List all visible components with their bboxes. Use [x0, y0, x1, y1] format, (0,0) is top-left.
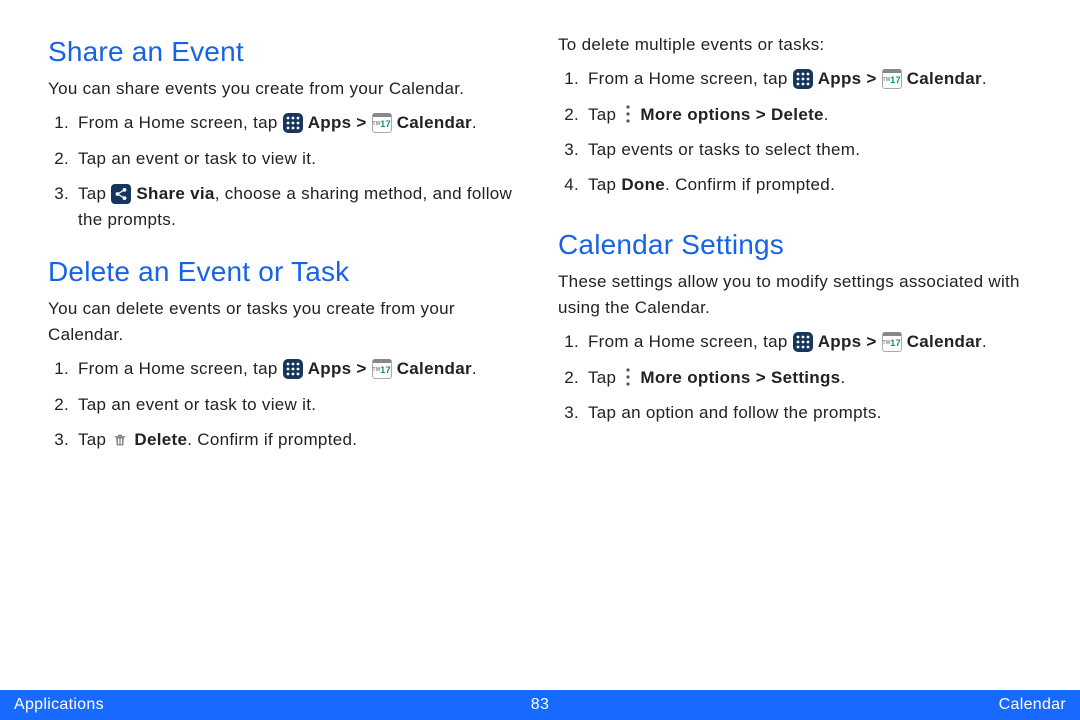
share-via-label: Share via [136, 184, 214, 203]
footer-page-number: 83 [0, 696, 1080, 714]
footer-left: Applications [14, 696, 104, 714]
delete-label: Delete [134, 430, 187, 449]
calendar-label: Calendar [397, 359, 472, 378]
text: From a Home screen, tap [78, 359, 283, 378]
step: Tap events or tasks to select them. [584, 137, 1032, 163]
calendar-icon: TM17 [882, 69, 902, 89]
text: . [472, 359, 477, 378]
desc-share-event: You can share events you create from you… [48, 76, 522, 102]
text: . [824, 105, 829, 124]
apps-label: Apps > [308, 113, 372, 132]
step: From a Home screen, tap Apps > TM17 Cale… [584, 329, 1032, 355]
trash-icon [111, 430, 129, 450]
steps-calendar-settings: From a Home screen, tap Apps > TM17 Cale… [558, 329, 1032, 426]
text: . Confirm if prompted. [187, 430, 357, 449]
calendar-label: Calendar [397, 113, 472, 132]
calendar-icon: TM17 [882, 332, 902, 352]
calendar-icon: TM17 [372, 359, 392, 379]
text: Tap [588, 368, 621, 387]
step: Tap Done. Confirm if prompted. [584, 172, 1032, 198]
step: From a Home screen, tap Apps > TM17 Cale… [584, 66, 1032, 92]
apps-label: Apps > [308, 359, 372, 378]
text: . [982, 69, 987, 88]
steps-delete-multiple: From a Home screen, tap Apps > TM17 Cale… [558, 66, 1032, 198]
intro-delete-multiple: To delete multiple events or tasks: [558, 32, 1032, 58]
calendar-icon: TM17 [372, 113, 392, 133]
step: Tap an option and follow the prompts. [584, 400, 1032, 426]
text: Tap [588, 105, 621, 124]
text: Tap [78, 430, 111, 449]
apps-icon [283, 359, 303, 379]
step: Tap an event or task to view it. [74, 392, 522, 418]
apps-icon [793, 332, 813, 352]
apps-label: Apps > [818, 332, 882, 351]
footer-right: Calendar [999, 696, 1066, 714]
left-column: Share an Event You can share events you … [48, 32, 522, 462]
text: From a Home screen, tap [588, 332, 793, 351]
calendar-label: Calendar [907, 69, 982, 88]
done-label: Done [621, 175, 665, 194]
calendar-label: Calendar [907, 332, 982, 351]
step: From a Home screen, tap Apps > TM17 Cale… [74, 110, 522, 136]
text: From a Home screen, tap [78, 113, 283, 132]
steps-share-event: From a Home screen, tap Apps > TM17 Cale… [48, 110, 522, 233]
step: Tap Share via, choose a sharing method, … [74, 181, 522, 234]
more-options-delete-label: More options > Delete [640, 105, 823, 124]
desc-delete-event: You can delete events or tasks you creat… [48, 296, 522, 349]
more-options-settings-label: More options > Settings [640, 368, 840, 387]
page-footer: Applications 83 Calendar [0, 690, 1080, 720]
text: . Confirm if prompted. [665, 175, 835, 194]
more-options-icon [621, 367, 635, 387]
step: Tap Delete. Confirm if prompted. [74, 427, 522, 453]
heading-delete-event: Delete an Event or Task [48, 256, 522, 288]
step: Tap an event or task to view it. [74, 146, 522, 172]
heading-calendar-settings: Calendar Settings [558, 229, 1032, 261]
text: Tap [78, 184, 111, 203]
apps-icon [283, 113, 303, 133]
text: . [982, 332, 987, 351]
text: Tap [588, 175, 621, 194]
heading-share-event: Share an Event [48, 36, 522, 68]
text: . [472, 113, 477, 132]
step: Tap More options > Delete. [584, 102, 1032, 128]
more-options-icon [621, 104, 635, 124]
step: From a Home screen, tap Apps > TM17 Cale… [74, 356, 522, 382]
share-icon [111, 184, 131, 204]
desc-calendar-settings: These settings allow you to modify setti… [558, 269, 1032, 322]
text: From a Home screen, tap [588, 69, 793, 88]
text: . [840, 368, 845, 387]
apps-label: Apps > [818, 69, 882, 88]
steps-delete-event: From a Home screen, tap Apps > TM17 Cale… [48, 356, 522, 453]
right-column: To delete multiple events or tasks: From… [558, 32, 1032, 462]
apps-icon [793, 69, 813, 89]
step: Tap More options > Settings. [584, 365, 1032, 391]
